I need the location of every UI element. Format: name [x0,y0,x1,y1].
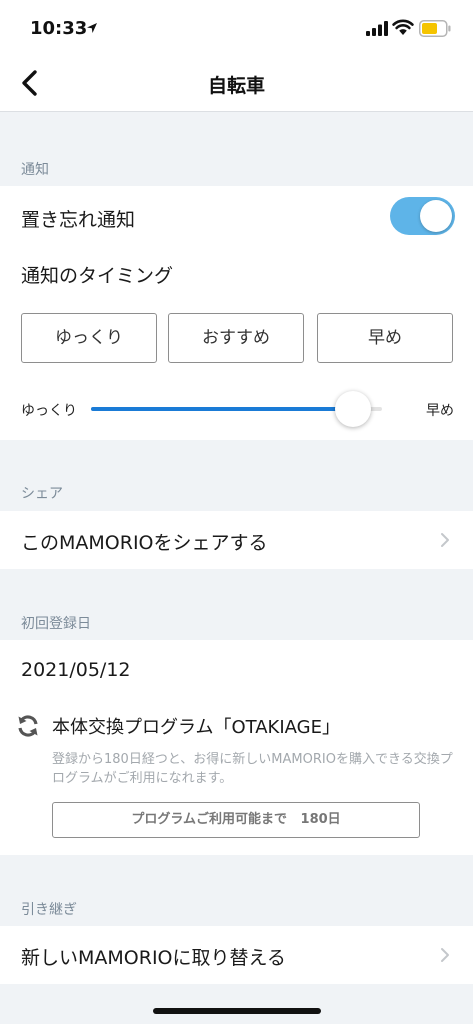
toggle-knob [420,200,452,232]
program-button-label: プログラムご利用可能まで [131,812,287,827]
notification-card: 置き忘れ通知 通知のタイミング ゆっくり おすすめ 早め ゆっくり 早め [0,186,473,440]
registration-card: 2021/05/12 本体交換プログラム「OTAKIAGE」 登録から180日経… [0,640,473,855]
timing-slow-button[interactable]: ゆっくり [21,313,157,363]
share-label: このMAMORIOをシェアする [21,532,268,554]
page-title: 自転車 [207,75,265,97]
timing-label: 通知のタイミング [21,265,174,287]
chevron-right-icon [441,948,449,962]
slider-thumb[interactable] [334,391,371,427]
transfer-row[interactable]: 新しいMAMORIOに取り替える [0,926,473,984]
share-row[interactable]: このMAMORIOをシェアする [0,511,473,569]
timing-slider[interactable] [91,391,382,427]
status-time: 10:33 [30,18,88,39]
left-behind-label: 置き忘れ通知 [21,209,136,231]
section-header-transfer: 引き継ぎ [21,902,77,918]
nav-bar: 自転車 [0,56,473,112]
slider-fill [91,407,353,411]
slider-min-label: ゆっくり [21,403,77,419]
program-title: 本体交換プログラム「OTAKIAGE」 [52,717,340,738]
program-button-days: 180日 [300,812,341,827]
registration-date: 2021/05/12 [21,659,131,681]
section-header-notification: 通知 [21,162,49,178]
refresh-icon [18,715,38,737]
section-header-share: シェア [21,486,63,502]
chevron-right-icon [441,533,449,547]
slider-max-label: 早め [426,403,454,419]
program-description: 登録から180日経つと、お得に新しいMAMORIOを購入できる交換プログラムがご… [52,752,453,786]
signal-icon [366,21,388,36]
wifi-icon [392,19,414,35]
battery-icon [419,20,451,37]
transfer-label: 新しいMAMORIOに取り替える [21,947,286,969]
status-bar: 10:33 [0,0,473,56]
home-indicator [153,1008,321,1014]
location-arrow-icon [87,23,97,33]
timing-early-button[interactable]: 早め [317,313,453,363]
left-behind-toggle[interactable] [390,197,455,235]
timing-recommended-button[interactable]: おすすめ [168,313,304,363]
section-header-registration: 初回登録日 [21,616,91,632]
program-availability-button[interactable]: プログラムご利用可能まで 180日 [52,802,420,838]
